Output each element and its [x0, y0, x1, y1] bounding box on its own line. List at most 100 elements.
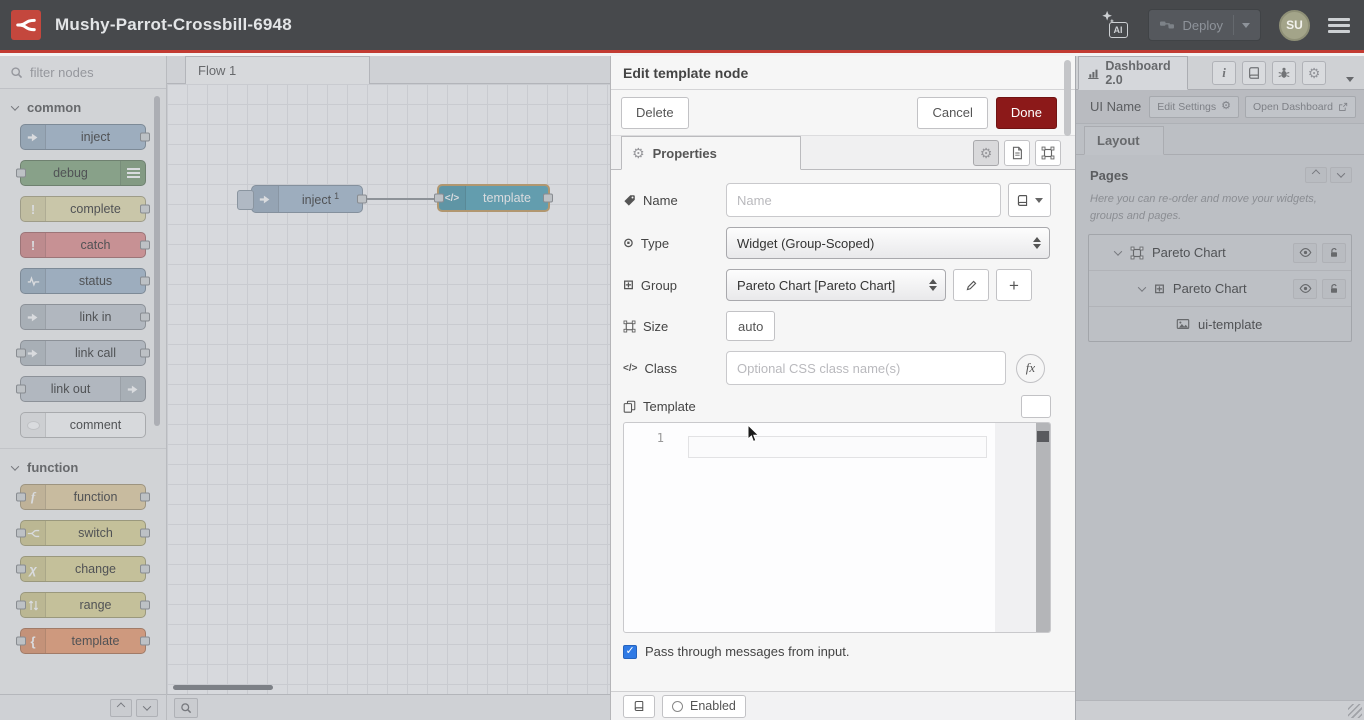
ai-label: AI [1109, 22, 1128, 38]
lock-button[interactable] [1322, 243, 1346, 263]
inject-trigger-button[interactable] [237, 190, 254, 210]
palette-node-switch[interactable]: switch [20, 520, 146, 546]
palette-node-range[interactable]: range [20, 592, 146, 618]
palette-node-link-out[interactable]: link out [20, 376, 146, 402]
edit-appearance-button[interactable] [1035, 140, 1061, 166]
deploy-caret-icon[interactable] [1242, 23, 1250, 28]
add-group-button[interactable]: + [996, 269, 1032, 301]
chevron-down-icon[interactable] [1138, 283, 1146, 291]
node-label: change [46, 562, 145, 576]
dialog-title: Edit template node [611, 56, 1075, 90]
tab-properties[interactable]: ⚙ Properties [621, 136, 801, 170]
output-port[interactable] [543, 194, 553, 203]
visibility-button[interactable] [1293, 243, 1317, 263]
palette-node-function[interactable]: f function [20, 484, 146, 510]
output-port [140, 313, 150, 322]
palette-node-link-call[interactable]: link call [20, 340, 146, 366]
resize-grip[interactable] [1348, 704, 1362, 718]
output-port [140, 349, 150, 358]
tree-row-page[interactable]: Pareto Chart [1089, 235, 1351, 271]
tag-icon [623, 194, 636, 207]
library-button[interactable] [1008, 183, 1051, 217]
palette-category-common[interactable]: common [0, 89, 166, 124]
type-label: Type [641, 236, 669, 251]
cancel-button[interactable]: Cancel [917, 97, 987, 129]
tree-item-label: Pareto Chart [1173, 281, 1247, 296]
palette-node-status[interactable]: status [20, 268, 146, 294]
palette-node-template[interactable]: { template [20, 628, 146, 654]
node-help-button[interactable] [623, 695, 655, 718]
page-icon [1130, 246, 1144, 260]
palette-node-inject[interactable]: inject [20, 124, 146, 150]
tree-row-group[interactable]: ⊞ Pareto Chart [1089, 271, 1351, 307]
expand-all-button[interactable] [1330, 167, 1352, 183]
edit-description-button[interactable] [1004, 140, 1030, 166]
tray-toolbar: Delete Cancel Done [611, 90, 1075, 136]
fx-button[interactable]: fx [1016, 354, 1045, 383]
name-label: Name [643, 193, 678, 208]
user-avatar[interactable]: SU [1279, 10, 1310, 41]
edit-settings-button[interactable]: Edit Settings ⚙ [1149, 96, 1239, 118]
group-select[interactable]: Pareto Chart [Pareto Chart] [726, 269, 946, 301]
edit-group-button[interactable] [953, 269, 989, 301]
debug-button[interactable] [1272, 61, 1296, 85]
main-menu-button[interactable] [1328, 18, 1350, 33]
editor-scrollbar[interactable] [1036, 423, 1050, 632]
palette-node-complete[interactable]: ! complete [20, 196, 146, 222]
name-input[interactable] [726, 183, 1001, 217]
lock-button[interactable] [1322, 279, 1346, 299]
canvas-search-button[interactable] [174, 698, 198, 718]
collapse-all-button[interactable] [1305, 167, 1327, 183]
canvas-node-inject[interactable]: inject1 [251, 185, 363, 213]
input-port[interactable] [434, 194, 444, 203]
ai-assistant-button[interactable]: AI [1107, 12, 1130, 38]
open-dashboard-button[interactable]: Open Dashboard [1245, 96, 1356, 118]
tab-dashboard-2[interactable]: Dashboard 2.0 [1078, 56, 1188, 90]
deploy-button[interactable]: Deploy [1148, 9, 1261, 41]
tab-flow-1[interactable]: Flow 1 [185, 56, 370, 84]
template-code-editor[interactable]: 1 [623, 422, 1051, 633]
config-button[interactable]: ⚙ [1302, 61, 1326, 85]
palette-node-change[interactable]: χ change [20, 556, 146, 582]
tree-row-widget[interactable]: ui-template [1089, 307, 1351, 341]
gear-icon: ⚙ [980, 146, 993, 160]
tray-scrollbar[interactable] [1064, 60, 1071, 136]
output-port [140, 601, 150, 610]
passthrough-checkbox[interactable] [623, 645, 637, 659]
palette-node-comment[interactable]: comment [20, 412, 146, 438]
wire[interactable] [366, 198, 440, 200]
type-select[interactable]: Widget (Group-Scoped) [726, 227, 1050, 259]
input-port [16, 493, 26, 502]
visibility-button[interactable] [1293, 279, 1317, 299]
palette-node-link-in[interactable]: link in [20, 304, 146, 330]
code-icon: </> [623, 363, 637, 374]
help-button[interactable] [1242, 61, 1266, 85]
enabled-toggle-button[interactable]: Enabled [662, 695, 746, 718]
delete-button[interactable]: Delete [621, 97, 689, 129]
size-label: Size [643, 319, 668, 334]
copy-icon [623, 400, 636, 413]
class-input[interactable] [726, 351, 1006, 385]
edit-properties-button[interactable]: ⚙ [973, 140, 999, 166]
tab-layout[interactable]: Layout [1084, 126, 1164, 155]
palette-search[interactable]: filter nodes [0, 56, 166, 89]
size-button[interactable]: auto [726, 311, 775, 341]
info-button[interactable]: i [1212, 61, 1236, 85]
group-label: Group [641, 278, 677, 293]
palette-category-function[interactable]: function [0, 448, 166, 484]
divider [1233, 15, 1234, 35]
done-button[interactable]: Done [996, 97, 1057, 129]
sidebar-menu-button[interactable] [1346, 70, 1354, 85]
expand-editor-button[interactable] [1021, 395, 1051, 418]
palette-node-catch[interactable]: ! catch [20, 232, 146, 258]
palette-collapse-all-button[interactable] [110, 699, 132, 717]
canvas-node-template[interactable]: </> template [437, 184, 550, 212]
palette-scrollbar[interactable] [154, 96, 160, 426]
gear-icon: ⚙ [1221, 101, 1231, 112]
chevron-down-icon[interactable] [1114, 247, 1122, 255]
group-icon: ⊞ [1154, 281, 1165, 297]
output-port[interactable] [357, 195, 367, 204]
palette-node-debug[interactable]: debug [20, 160, 146, 186]
canvas-horizontal-scrollbar[interactable] [173, 685, 273, 690]
palette-expand-all-button[interactable] [136, 699, 158, 717]
